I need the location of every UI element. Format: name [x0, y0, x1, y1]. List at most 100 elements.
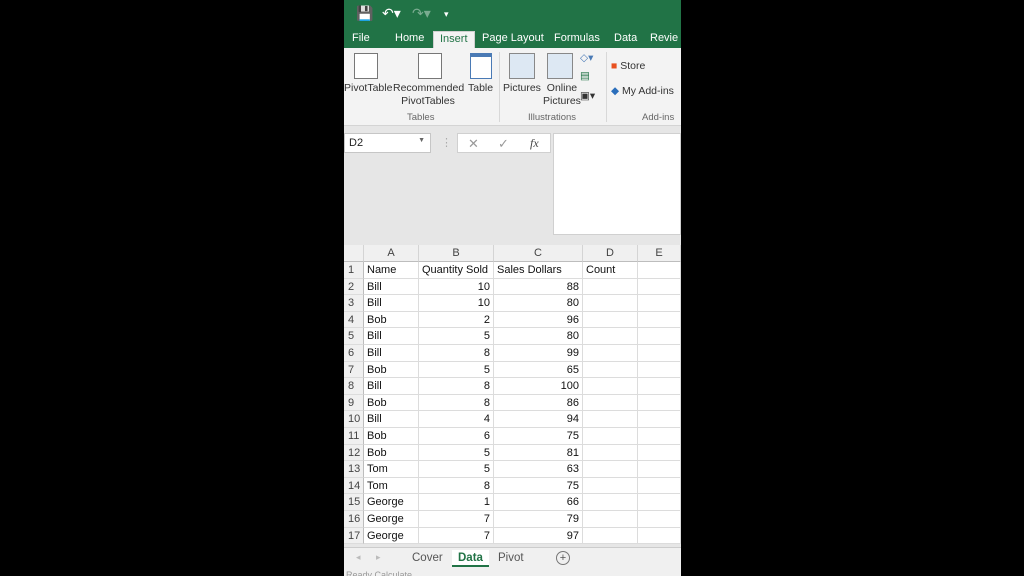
tab-page-layout[interactable]: Page Layout: [476, 31, 550, 48]
cell-B5[interactable]: 5: [419, 328, 494, 345]
row-header[interactable]: 1: [344, 262, 364, 279]
cell-A7[interactable]: Bob: [364, 361, 419, 379]
cell-E5[interactable]: [638, 328, 681, 345]
row-header[interactable]: 11: [344, 428, 364, 445]
cell-B9[interactable]: 8: [419, 394, 494, 412]
online-pictures-button[interactable]: Online Pictures: [543, 82, 581, 108]
cell-E13[interactable]: [638, 461, 681, 478]
cell-C5[interactable]: 80: [494, 328, 583, 345]
cell-D2[interactable]: [583, 278, 638, 296]
tab-revie[interactable]: Revie: [644, 31, 681, 48]
cancel-icon[interactable]: ✕: [468, 136, 479, 152]
cell-C6[interactable]: 99: [494, 345, 583, 362]
cell-B2[interactable]: 10: [419, 278, 494, 296]
sheet-tab-data[interactable]: Data: [452, 550, 489, 567]
cell-A2[interactable]: Bill: [364, 278, 419, 296]
cell-E10[interactable]: [638, 411, 681, 428]
customize-icon[interactable]: ▾: [444, 9, 449, 20]
cell-E3[interactable]: [638, 295, 681, 312]
cell-B14[interactable]: 8: [419, 477, 494, 495]
cell-E16[interactable]: [638, 511, 681, 528]
row-header[interactable]: 7: [344, 361, 364, 379]
tab-home[interactable]: Home: [389, 31, 430, 48]
row-header[interactable]: 6: [344, 345, 364, 362]
cell-A15[interactable]: George: [364, 494, 419, 511]
cell-E2[interactable]: [638, 278, 681, 296]
cell-D4[interactable]: [583, 311, 638, 329]
cell-C4[interactable]: 96: [494, 311, 583, 329]
row-header[interactable]: 16: [344, 511, 364, 528]
save-icon[interactable]: 💾: [356, 5, 373, 22]
smartart-icon[interactable]: ▤: [580, 70, 590, 83]
name-box[interactable]: D2 ▼: [344, 133, 431, 153]
cell-B15[interactable]: 1: [419, 494, 494, 511]
shapes-icon[interactable]: ◇▾: [580, 52, 593, 65]
cell-D1[interactable]: Count: [583, 262, 638, 279]
cell-A16[interactable]: George: [364, 511, 419, 528]
cell-A13[interactable]: Tom: [364, 461, 419, 478]
cell-A3[interactable]: Bill: [364, 295, 419, 312]
column-header-C[interactable]: C: [494, 245, 583, 262]
sheet-tab-cover[interactable]: Cover: [406, 550, 449, 567]
cell-C3[interactable]: 80: [494, 295, 583, 312]
enter-icon[interactable]: ✓: [498, 136, 509, 152]
insert-function-icon[interactable]: fx: [530, 136, 539, 151]
cell-B12[interactable]: 5: [419, 444, 494, 462]
cell-A1[interactable]: Name: [364, 262, 419, 279]
row-header[interactable]: 2: [344, 278, 364, 296]
column-header-D[interactable]: D: [583, 245, 638, 262]
cell-C16[interactable]: 79: [494, 511, 583, 528]
row-header[interactable]: 8: [344, 378, 364, 395]
row-header[interactable]: 3: [344, 295, 364, 312]
row-header[interactable]: 4: [344, 311, 364, 329]
store-button[interactable]: ■ Store: [611, 60, 645, 73]
cell-E14[interactable]: [638, 477, 681, 495]
row-header[interactable]: 9: [344, 394, 364, 412]
row-header[interactable]: 12: [344, 444, 364, 462]
cell-A14[interactable]: Tom: [364, 477, 419, 495]
cell-D11[interactable]: [583, 428, 638, 445]
cell-D12[interactable]: [583, 444, 638, 462]
cell-D8[interactable]: [583, 378, 638, 395]
cell-A12[interactable]: Bob: [364, 444, 419, 462]
cell-C9[interactable]: 86: [494, 394, 583, 412]
column-header-E[interactable]: E: [638, 245, 681, 262]
cell-C11[interactable]: 75: [494, 428, 583, 445]
cell-A5[interactable]: Bill: [364, 328, 419, 345]
cell-A17[interactable]: George: [364, 527, 419, 545]
row-header[interactable]: 14: [344, 477, 364, 495]
pictures-button[interactable]: Pictures: [503, 82, 541, 95]
row-header[interactable]: 10: [344, 411, 364, 428]
cell-D3[interactable]: [583, 295, 638, 312]
cell-B13[interactable]: 5: [419, 461, 494, 478]
tab-data[interactable]: Data: [608, 31, 643, 48]
cell-E4[interactable]: [638, 311, 681, 329]
cell-D9[interactable]: [583, 394, 638, 412]
cell-C17[interactable]: 97: [494, 527, 583, 545]
scroll-right-icon[interactable]: ▸: [376, 552, 381, 563]
row-header[interactable]: 15: [344, 494, 364, 511]
add-sheet-button[interactable]: +: [556, 551, 570, 565]
row-header[interactable]: 13: [344, 461, 364, 478]
redo-icon[interactable]: ↷▾: [412, 5, 431, 22]
my-addins-button[interactable]: ◆ My Add-ins: [611, 85, 674, 98]
recommended-pivottables-button[interactable]: Recommended PivotTables: [393, 82, 464, 108]
cell-B1[interactable]: Quantity Sold: [419, 262, 494, 279]
cell-E7[interactable]: [638, 361, 681, 379]
cell-A10[interactable]: Bill: [364, 411, 419, 428]
scroll-left-icon[interactable]: ◂: [356, 552, 361, 563]
cell-D15[interactable]: [583, 494, 638, 511]
cell-E6[interactable]: [638, 345, 681, 362]
cell-B17[interactable]: 7: [419, 527, 494, 545]
cell-D16[interactable]: [583, 511, 638, 528]
cell-D17[interactable]: [583, 527, 638, 545]
cell-B10[interactable]: 4: [419, 411, 494, 428]
cell-A8[interactable]: Bill: [364, 378, 419, 395]
tab-insert[interactable]: Insert: [433, 31, 475, 48]
cell-B8[interactable]: 8: [419, 378, 494, 395]
cell-B6[interactable]: 8: [419, 345, 494, 362]
cell-E11[interactable]: [638, 428, 681, 445]
cell-C14[interactable]: 75: [494, 477, 583, 495]
cell-D6[interactable]: [583, 345, 638, 362]
screenshot-icon[interactable]: ▣▾: [580, 90, 595, 103]
